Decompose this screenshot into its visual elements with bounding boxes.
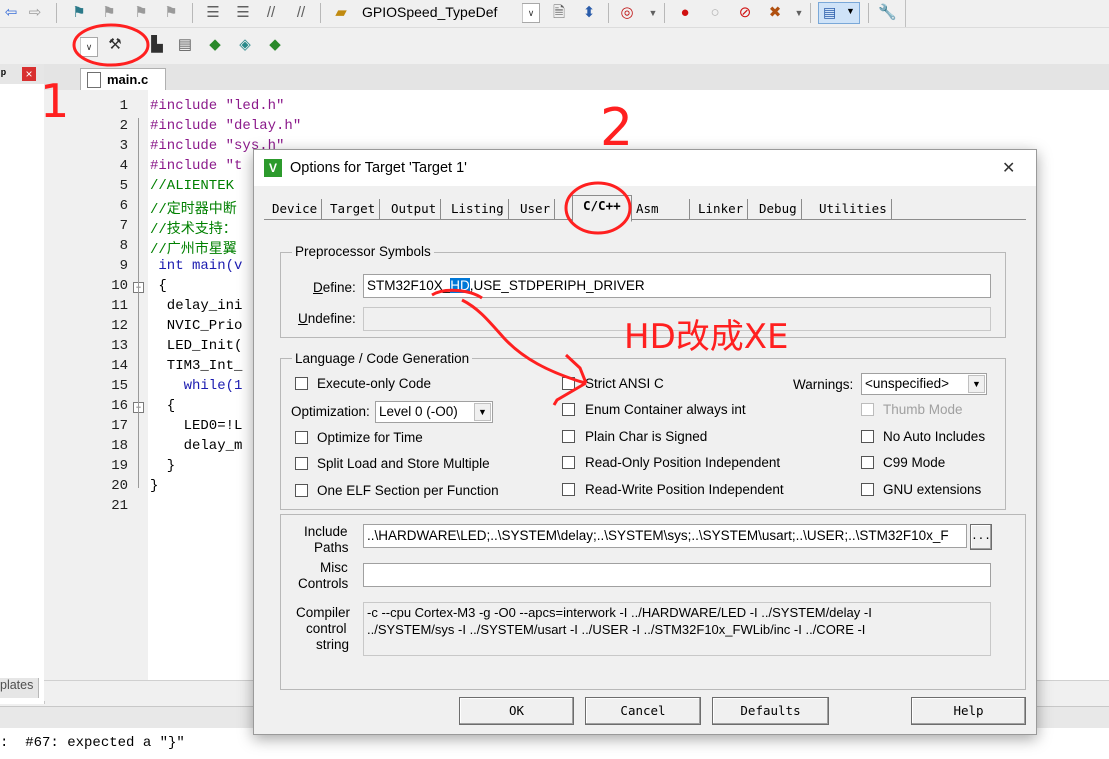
- annotation-note: HD改成XE: [624, 317, 789, 357]
- annotation-circle-cc-tab: [564, 181, 632, 235]
- annotation-number-one: 1: [40, 74, 70, 128]
- annotation-arrow-head: [552, 353, 588, 406]
- annotation-underline-hd: [431, 288, 483, 300]
- annotation-arrow-line: [461, 298, 586, 385]
- annotation-layer: [72, 23, 632, 406]
- annotation-number-two: 2: [600, 98, 634, 158]
- annotation-circle-options-button: [72, 23, 150, 67]
